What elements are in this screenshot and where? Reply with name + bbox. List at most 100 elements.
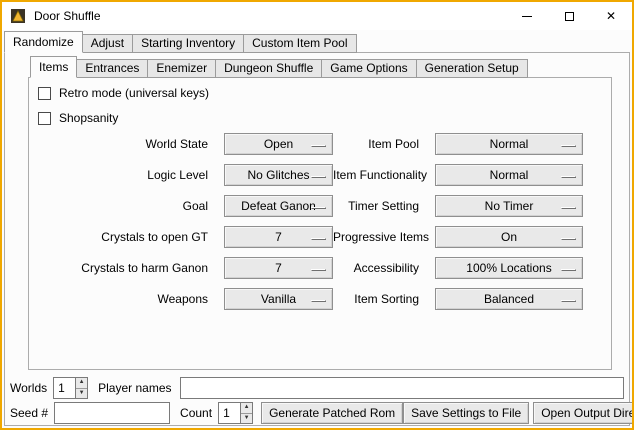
minimize-icon (522, 16, 532, 17)
worlds-spinbox: ▲ ▼ (53, 377, 88, 399)
world-state-label: World State (10, 137, 216, 151)
titlebar: Door Shuffle ✕ (2, 2, 632, 30)
settings-tab-bar: Items Entrances Enemizer Dungeon Shuffle… (30, 56, 528, 78)
worlds-input[interactable] (53, 377, 75, 399)
weapons-value: Vanilla (261, 292, 296, 306)
world-state-dropdown[interactable]: Open (224, 133, 333, 155)
goal-label: Goal (10, 199, 216, 213)
tab-custom-item-pool[interactable]: Custom Item Pool (243, 34, 356, 53)
tab-adjust[interactable]: Adjust (82, 34, 133, 53)
retro-mode-checkbox[interactable] (38, 87, 51, 100)
settings-row: World State Open Item Pool Normal (10, 133, 583, 155)
worlds-row: Worlds ▲ ▼ Player names (10, 377, 624, 399)
dropdown-indicator-icon (311, 238, 326, 240)
progressive-items-label: Progressive Items (333, 230, 427, 244)
tab-randomize[interactable]: Randomize (4, 31, 83, 53)
crystals-gt-label: Crystals to open GT (10, 230, 216, 244)
count-spinbox: ▲ ▼ (218, 402, 253, 424)
item-pool-label: Item Pool (333, 137, 427, 151)
dropdown-indicator-icon (561, 269, 576, 271)
weapons-label: Weapons (10, 292, 216, 306)
logic-level-value: No Glitches (247, 168, 309, 182)
tab-dungeon-shuffle[interactable]: Dungeon Shuffle (215, 59, 322, 78)
tab-items[interactable]: Items (30, 56, 77, 78)
spin-up-icon[interactable]: ▲ (76, 378, 87, 389)
settings-row: Goal Defeat Ganon Timer Setting No Timer (10, 195, 583, 217)
item-pool-dropdown[interactable]: Normal (435, 133, 583, 155)
accessibility-dropdown[interactable]: 100% Locations (435, 257, 583, 279)
item-sorting-dropdown[interactable]: Balanced (435, 288, 583, 310)
count-label: Count (180, 406, 212, 420)
crystals-ganon-value: 7 (275, 261, 282, 275)
seed-input[interactable] (54, 402, 170, 424)
world-state-value: Open (264, 137, 293, 151)
settings-row: Weapons Vanilla Item Sorting Balanced (10, 288, 583, 310)
crystals-gt-value: 7 (275, 230, 282, 244)
settings-row: Logic Level No Glitches Item Functionali… (10, 164, 583, 186)
minimize-button[interactable] (506, 2, 548, 30)
goal-value: Defeat Ganon (241, 199, 316, 213)
dropdown-indicator-icon (561, 238, 576, 240)
dropdown-indicator-icon (561, 176, 576, 178)
item-functionality-dropdown[interactable]: Normal (435, 164, 583, 186)
player-names-label: Player names (98, 381, 171, 395)
settings-row: Crystals to open GT 7 Progressive Items … (10, 226, 583, 248)
tab-starting-inventory[interactable]: Starting Inventory (132, 34, 244, 53)
logic-level-dropdown[interactable]: No Glitches (224, 164, 333, 186)
seed-row: Seed # Count ▲ ▼ Generate Patched Rom Sa… (10, 402, 624, 424)
close-button[interactable]: ✕ (590, 2, 632, 30)
dropdown-indicator-icon (311, 269, 326, 271)
window-controls: ✕ (506, 2, 632, 30)
save-settings-button[interactable]: Save Settings to File (403, 402, 529, 424)
worlds-spin-buttons: ▲ ▼ (75, 377, 88, 399)
window-title: Door Shuffle (34, 9, 101, 23)
logic-level-label: Logic Level (10, 168, 216, 182)
dropdown-indicator-icon (311, 300, 326, 302)
maximize-button[interactable] (548, 2, 590, 30)
player-names-input[interactable] (180, 377, 625, 399)
tab-entrances[interactable]: Entrances (76, 59, 148, 78)
timer-setting-label: Timer Setting (333, 199, 427, 213)
progressive-items-value: On (501, 230, 517, 244)
shopsanity-checkbox[interactable] (38, 112, 51, 125)
tab-generation-setup[interactable]: Generation Setup (416, 59, 528, 78)
spin-down-icon[interactable]: ▼ (76, 389, 87, 399)
settings-row: Crystals to harm Ganon 7 Accessibility 1… (10, 257, 583, 279)
dropdown-indicator-icon (561, 145, 576, 147)
timer-setting-value: No Timer (485, 199, 534, 213)
close-icon: ✕ (606, 10, 616, 22)
retro-mode-row: Retro mode (universal keys) (38, 85, 209, 101)
crystals-ganon-label: Crystals to harm Ganon (10, 261, 216, 275)
weapons-dropdown[interactable]: Vanilla (224, 288, 333, 310)
maximize-icon (565, 12, 574, 21)
item-sorting-value: Balanced (484, 292, 534, 306)
generate-patched-rom-button[interactable]: Generate Patched Rom (261, 402, 403, 424)
main-tab-bar: Randomize Adjust Starting Inventory Cust… (4, 31, 357, 53)
count-input[interactable] (218, 402, 240, 424)
shopsanity-row: Shopsanity (38, 110, 118, 126)
count-spin-buttons: ▲ ▼ (240, 402, 253, 424)
open-output-directory-button[interactable]: Open Output Directory (533, 402, 634, 424)
tab-game-options[interactable]: Game Options (321, 59, 416, 78)
dropdown-indicator-icon (311, 145, 326, 147)
item-functionality-label: Item Functionality (333, 168, 427, 182)
accessibility-label: Accessibility (333, 261, 427, 275)
retro-mode-label: Retro mode (universal keys) (59, 86, 209, 100)
dropdown-indicator-icon (561, 300, 576, 302)
crystals-gt-dropdown[interactable]: 7 (224, 226, 333, 248)
item-functionality-value: Normal (490, 168, 529, 182)
worlds-label: Worlds (10, 381, 47, 395)
crystals-ganon-dropdown[interactable]: 7 (224, 257, 333, 279)
timer-setting-dropdown[interactable]: No Timer (435, 195, 583, 217)
goal-dropdown[interactable]: Defeat Ganon (224, 195, 333, 217)
app-window: Door Shuffle ✕ Randomize Adjust Starting… (0, 0, 634, 430)
spin-up-icon[interactable]: ▲ (241, 403, 252, 414)
item-pool-value: Normal (490, 137, 529, 151)
app-icon (10, 8, 26, 24)
tab-enemizer[interactable]: Enemizer (147, 59, 216, 78)
spin-down-icon[interactable]: ▼ (241, 414, 252, 424)
progressive-items-dropdown[interactable]: On (435, 226, 583, 248)
dropdown-indicator-icon (311, 176, 326, 178)
dropdown-indicator-icon (561, 207, 576, 209)
accessibility-value: 100% Locations (466, 261, 551, 275)
